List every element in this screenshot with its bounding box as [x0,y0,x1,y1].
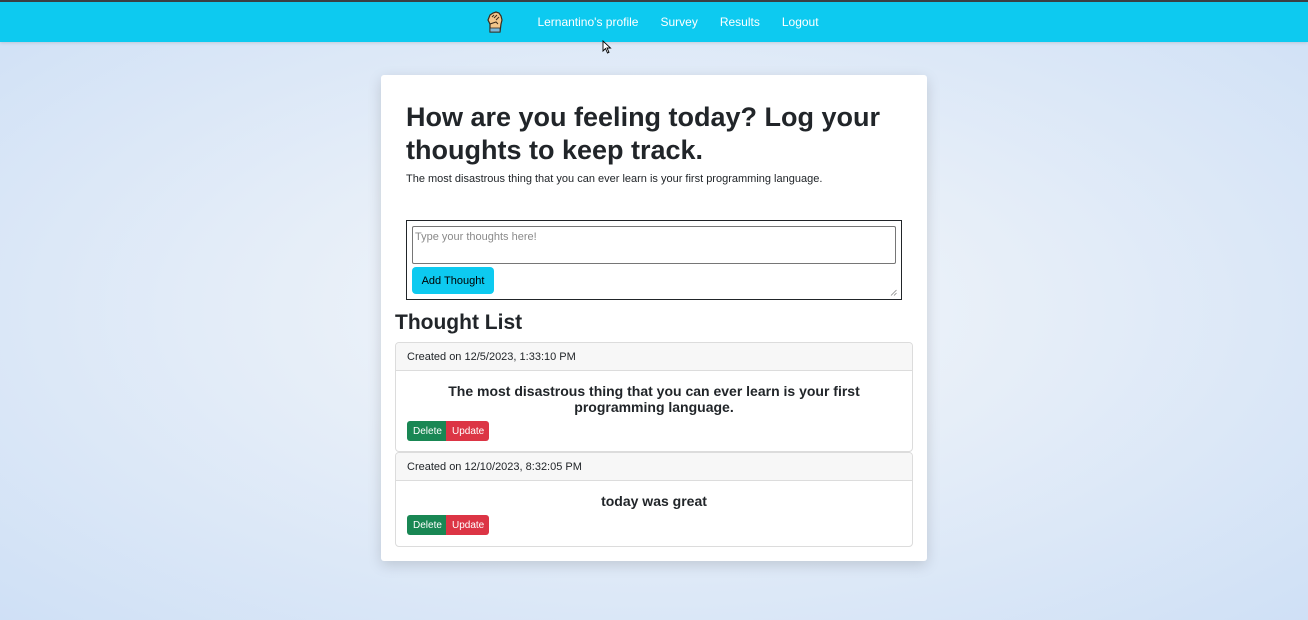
thought-actions: Delete Update [407,421,489,441]
resize-grip-icon[interactable] [890,289,897,296]
mouse-cursor-icon [602,40,612,54]
fist-icon[interactable] [484,10,506,34]
thought-item: Created on 12/10/2023, 8:32:05 PM today … [395,452,913,547]
thought-list-heading: Thought List [395,311,523,334]
thought-form: Add Thought [406,220,902,300]
delete-button[interactable]: Delete [407,515,446,535]
page-title: How are you feeling today? Log your thou… [406,102,881,165]
delete-button[interactable]: Delete [407,421,446,441]
nav-links: Lernantino's profile Survey Results Logo… [478,10,829,34]
update-button[interactable]: Update [446,421,489,441]
thought-text: today was great [601,493,707,509]
thought-input[interactable] [412,226,896,264]
add-thought-button[interactable]: Add Thought [412,267,494,294]
nav-results-link[interactable]: Results [720,15,760,29]
thought-created-date: Created on 12/5/2023, 1:33:10 PM [396,343,912,371]
update-button[interactable]: Update [446,515,489,535]
nav-survey-link[interactable]: Survey [660,15,697,29]
top-navbar: Lernantino's profile Survey Results Logo… [0,0,1308,42]
nav-logout-link[interactable]: Logout [782,15,819,29]
main-card: How are you feeling today? Log your thou… [381,75,927,561]
thought-item: Created on 12/5/2023, 1:33:10 PM The mos… [395,342,913,452]
thought-actions: Delete Update [407,515,489,535]
nav-profile-link[interactable]: Lernantino's profile [537,15,638,29]
thought-created-date: Created on 12/10/2023, 8:32:05 PM [396,453,912,481]
page-subtitle: The most disastrous thing that you can e… [406,173,823,185]
thought-text: The most disastrous thing that you can e… [448,383,860,415]
